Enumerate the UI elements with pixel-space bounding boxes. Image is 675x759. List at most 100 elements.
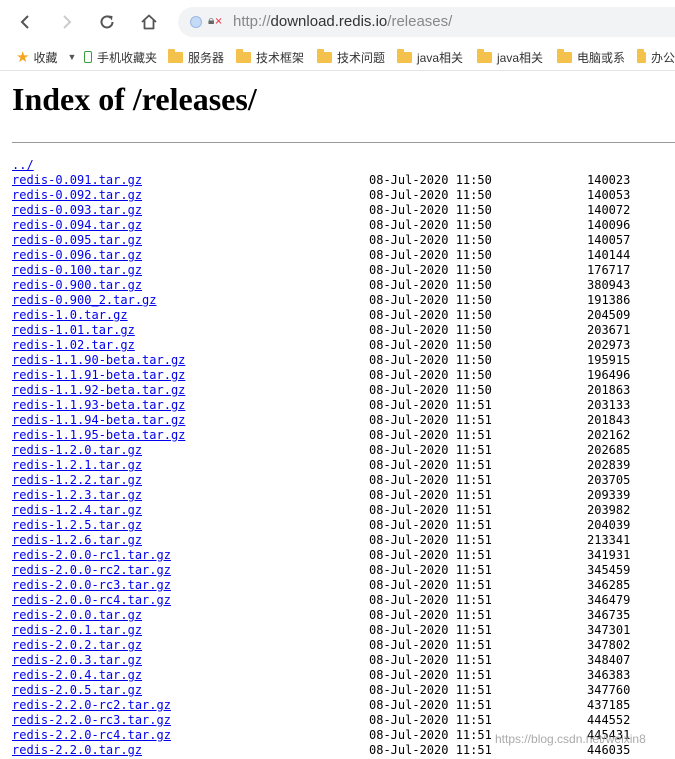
file-link[interactable]: redis-2.0.0.tar.gz — [12, 608, 142, 623]
forward-icon — [63, 15, 72, 29]
file-link[interactable]: redis-2.0.0-rc1.tar.gz — [12, 548, 171, 563]
bookmark-folder[interactable]: 技术问题 — [317, 48, 385, 66]
bookmark-folder[interactable]: java相关 — [397, 48, 465, 66]
file-link[interactable]: redis-2.0.5.tar.gz — [12, 683, 142, 698]
folder-icon — [317, 48, 332, 63]
file-link[interactable]: redis-0.900.tar.gz — [12, 278, 142, 293]
file-size: 209339 — [587, 488, 631, 502]
file-row: redis-1.1.91-beta.tar.gz 08-Jul-2020 11:5… — [12, 368, 675, 383]
forward-button[interactable] — [54, 9, 80, 35]
file-link[interactable]: redis-0.092.tar.gz — [12, 188, 142, 203]
file-link[interactable]: redis-1.02.tar.gz — [12, 338, 135, 353]
bookmark-folder[interactable]: 电脑或系 — [557, 48, 627, 66]
bookmark-label: java相关 — [497, 50, 544, 65]
file-size: 203671 — [587, 323, 631, 337]
file-date: 08-Jul-2020 11:50 — [369, 353, 492, 367]
home-button[interactable] — [136, 9, 162, 35]
file-row: redis-2.0.2.tar.gz 08-Jul-2020 11:51 34780… — [12, 638, 675, 653]
file-link[interactable]: redis-1.1.93-beta.tar.gz — [12, 398, 185, 413]
file-link[interactable]: redis-1.0.tar.gz — [12, 308, 128, 323]
bookmark-folder[interactable]: java相关 — [477, 48, 545, 66]
back-button[interactable] — [12, 9, 38, 35]
file-size: 213341 — [587, 533, 631, 547]
file-link[interactable]: redis-0.093.tar.gz — [12, 203, 142, 218]
file-size: 201843 — [587, 413, 631, 427]
file-row: redis-2.0.0.tar.gz 08-Jul-2020 11:51 34673… — [12, 608, 675, 623]
file-link[interactable]: redis-2.2.0-rc3.tar.gz — [12, 713, 171, 728]
file-size: 347802 — [587, 638, 631, 652]
file-date: 08-Jul-2020 11:51 — [369, 713, 492, 727]
file-date: 08-Jul-2020 11:51 — [369, 458, 492, 472]
file-row: redis-1.1.95-beta.tar.gz 08-Jul-2020 11:5… — [12, 428, 675, 443]
file-link[interactable]: redis-2.0.1.tar.gz — [12, 623, 142, 638]
bookmark-favorites[interactable]: ★ 收藏 ▼ — [16, 48, 76, 66]
file-link[interactable]: redis-1.1.94-beta.tar.gz — [12, 413, 185, 428]
file-link[interactable]: redis-2.0.2.tar.gz — [12, 638, 142, 653]
file-row: redis-1.01.tar.gz 08-Jul-2020 11:50 203671 — [12, 323, 675, 338]
file-size: 202685 — [587, 443, 631, 457]
file-link[interactable]: redis-2.2.0-rc2.tar.gz — [12, 698, 171, 713]
file-link[interactable]: redis-0.095.tar.gz — [12, 233, 142, 248]
file-link[interactable]: redis-2.0.4.tar.gz — [12, 668, 142, 683]
file-link[interactable]: redis-1.1.92-beta.tar.gz — [12, 383, 185, 398]
file-date: 08-Jul-2020 11:50 — [369, 248, 492, 262]
folder-icon — [637, 48, 646, 63]
star-icon: ★ — [16, 49, 30, 66]
file-link[interactable]: redis-2.0.0-rc2.tar.gz — [12, 563, 171, 578]
file-size: 196496 — [587, 368, 631, 382]
file-size: 140057 — [587, 233, 631, 247]
file-link[interactable]: redis-0.100.tar.gz — [12, 263, 142, 278]
file-row: redis-1.1.92-beta.tar.gz 08-Jul-2020 11:5… — [12, 383, 675, 398]
url-text[interactable]: http://download.redis.io/releases/ — [233, 13, 452, 30]
bookmark-folder[interactable]: 服务器 — [168, 48, 224, 66]
url-scheme: http:// — [233, 13, 271, 30]
file-link[interactable]: redis-2.0.0-rc4.tar.gz — [12, 593, 171, 608]
file-link[interactable]: redis-1.2.5.tar.gz — [12, 518, 142, 533]
file-date: 08-Jul-2020 11:51 — [369, 698, 492, 712]
file-link[interactable]: redis-2.2.0-rc4.tar.gz — [12, 728, 171, 743]
file-date: 08-Jul-2020 11:50 — [369, 338, 492, 352]
file-row: redis-1.2.5.tar.gz 08-Jul-2020 11:51 20403… — [12, 518, 675, 533]
file-link[interactable]: redis-2.0.3.tar.gz — [12, 653, 142, 668]
file-row: redis-2.0.0-rc4.tar.gz 08-Jul-2020 11:51 3… — [12, 593, 675, 608]
file-link[interactable]: redis-0.900_2.tar.gz — [12, 293, 157, 308]
file-size: 347301 — [587, 623, 631, 637]
url-host: download.redis.io — [270, 13, 388, 30]
file-link[interactable]: redis-1.1.90-beta.tar.gz — [12, 353, 185, 368]
file-link[interactable]: redis-1.2.2.tar.gz — [12, 473, 142, 488]
file-link[interactable]: redis-0.094.tar.gz — [12, 218, 142, 233]
file-row: redis-1.1.90-beta.tar.gz 08-Jul-2020 11:5… — [12, 353, 675, 368]
file-link[interactable]: redis-1.2.0.tar.gz — [12, 443, 142, 458]
page-content: Index of /releases/ ../ redis-0.091.tar.… — [0, 71, 675, 759]
file-link[interactable]: redis-0.091.tar.gz — [12, 173, 142, 188]
file-link[interactable]: redis-1.2.4.tar.gz — [12, 503, 142, 518]
file-link[interactable]: redis-1.01.tar.gz — [12, 323, 135, 338]
file-date: 08-Jul-2020 11:51 — [369, 443, 492, 457]
file-link[interactable]: redis-2.2.0.tar.gz — [12, 743, 142, 758]
file-row: redis-0.092.tar.gz 08-Jul-2020 11:50 14005… — [12, 188, 675, 203]
file-link[interactable]: redis-1.2.1.tar.gz — [12, 458, 142, 473]
file-link[interactable]: redis-0.096.tar.gz — [12, 248, 142, 263]
file-link[interactable]: redis-1.2.3.tar.gz — [12, 488, 142, 503]
bookmark-folder[interactable]: 技术框架 — [236, 48, 304, 66]
file-link[interactable]: redis-1.1.95-beta.tar.gz — [12, 428, 185, 443]
bookmark-label: 技术框架 — [255, 50, 304, 65]
bookmark-folder[interactable]: 办公 — [637, 48, 675, 66]
file-date: 08-Jul-2020 11:51 — [369, 653, 492, 667]
address-bar[interactable]: 🔒︎× http://download.redis.io/releases/ — [178, 7, 675, 37]
file-date: 08-Jul-2020 11:50 — [369, 323, 492, 337]
file-size: 176717 — [587, 263, 631, 277]
reload-button[interactable] — [94, 9, 120, 35]
bookmarks-bar: ★ 收藏 ▼ 手机收藏夹 服务器 技术框架 技术问题 java相关 java相关… — [0, 44, 675, 71]
site-info-icon[interactable] — [190, 16, 202, 28]
file-row: redis-0.093.tar.gz 08-Jul-2020 11:50 14007… — [12, 203, 675, 218]
file-link[interactable]: redis-1.2.6.tar.gz — [12, 533, 142, 548]
file-size: 204039 — [587, 518, 631, 532]
bookmark-mobile[interactable]: 手机收藏夹 — [84, 48, 157, 66]
file-date: 08-Jul-2020 11:51 — [369, 683, 492, 697]
bookmark-label: 电脑或系 — [577, 50, 626, 65]
file-link[interactable]: redis-1.1.91-beta.tar.gz — [12, 368, 185, 383]
file-row: redis-1.2.4.tar.gz 08-Jul-2020 11:51 20398… — [12, 503, 675, 518]
file-link[interactable]: redis-2.0.0-rc3.tar.gz — [12, 578, 171, 593]
parent-directory-link[interactable]: ../ — [12, 158, 34, 173]
